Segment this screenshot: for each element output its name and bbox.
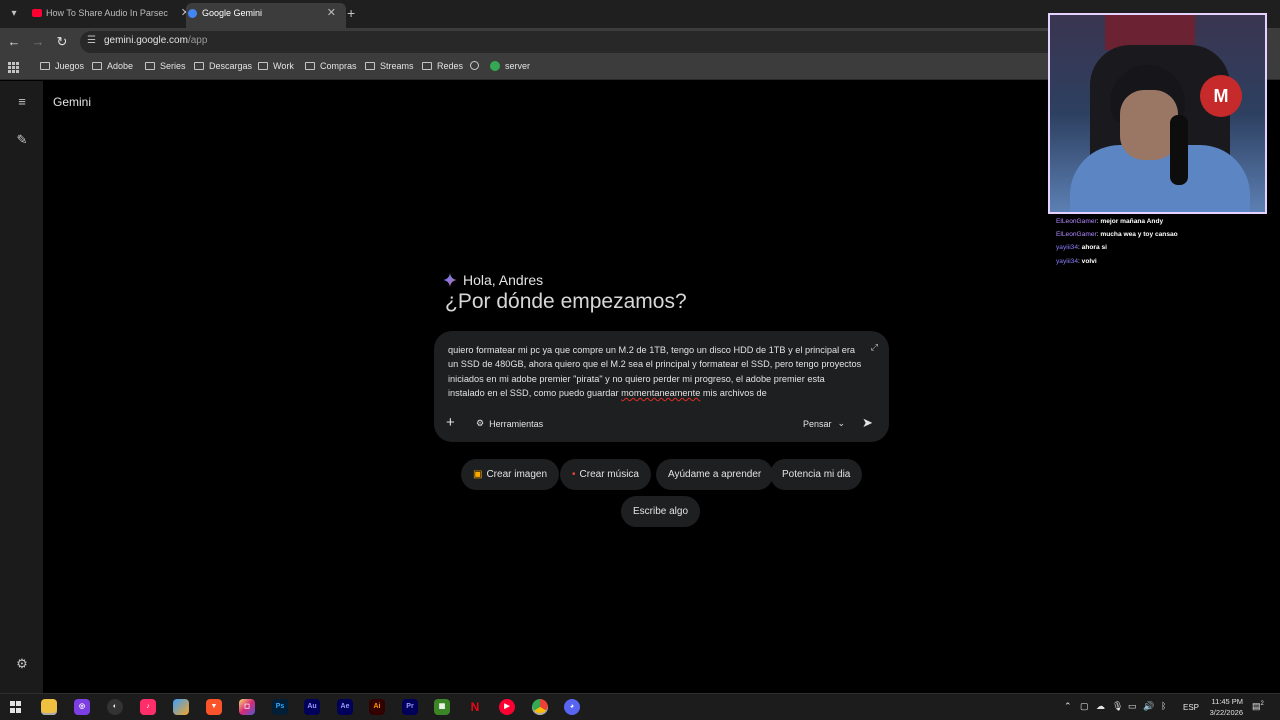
chip-crear-imagen[interactable]: ▣ Crear imagen — [461, 459, 560, 490]
mode-picker[interactable]: Pensar ⌄ — [803, 418, 845, 429]
camera-app-icon[interactable]: ◎ — [74, 699, 90, 715]
instagram-icon[interactable]: ◻ — [239, 699, 255, 715]
tab-search-icon[interactable]: ▾ — [6, 6, 22, 22]
new-chat-icon[interactable]: ✎ — [14, 132, 30, 148]
netflix-icon[interactable]: N — [467, 699, 483, 715]
greeting: Hola, Andres — [443, 272, 543, 288]
server-icon — [490, 61, 500, 71]
onedrive-icon[interactable]: ☁ — [1096, 701, 1105, 712]
reload-icon[interactable]: ↻ — [54, 34, 70, 50]
bluetooth-icon[interactable]: ᛒ — [1161, 701, 1166, 711]
gemini-sparkle-icon — [443, 273, 457, 287]
folder-icon — [305, 62, 315, 70]
app-title[interactable]: Gemini — [53, 95, 91, 109]
file-explorer-icon[interactable] — [41, 699, 57, 715]
new-tab-icon[interactable]: + — [347, 5, 355, 21]
photoshop-icon[interactable]: Ps — [272, 699, 288, 715]
prompt-input[interactable]: quiero formatear mi pc ya que compre un … — [448, 343, 864, 401]
music-icon: • — [572, 469, 576, 480]
github-icon — [470, 61, 479, 70]
notifications-icon[interactable]: ▤2 — [1252, 701, 1264, 712]
menu-icon[interactable]: ≡ — [14, 94, 30, 110]
chip-crear-musica[interactable]: • Crear música — [560, 459, 651, 490]
tab-title: Google Gemini — [202, 8, 263, 18]
chat-message: ElLeonGamer: mucha wea y toy cansao — [1056, 231, 1178, 239]
microphone — [1170, 115, 1188, 185]
discord-icon[interactable]: ◕ — [564, 699, 580, 715]
site-info-icon[interactable]: ☰ — [87, 35, 96, 46]
chat-message: yayiii34: volvi — [1056, 257, 1097, 265]
tab-title: How To Share Audio In Parsec — [46, 8, 168, 18]
prompt-box[interactable]: quiero formatear mi pc ya que compre un … — [434, 331, 889, 442]
gemini-sidebar: ≡ ✎ ⚙ — [0, 81, 43, 693]
windows-start-icon[interactable] — [10, 701, 22, 713]
chrome-icon[interactable] — [532, 699, 548, 715]
microphone-icon[interactable]: 🎙 — [1112, 701, 1123, 712]
premiere-icon[interactable]: Pr — [402, 699, 418, 715]
page-title: ¿Por dónde empezamos? — [445, 290, 687, 313]
url-text: gemini.google.com/app — [104, 35, 208, 46]
youtube-icon — [32, 9, 42, 17]
system-clock[interactable]: 11:45 PM 3/22/2026 — [1203, 696, 1243, 718]
windows-taskbar: ◎ ◐ ♪ ▼ ◻ Ps Au Ae Ai Pr ▦ N ▶ ◕ ⌃ ▢ ☁ 🎙… — [0, 693, 1280, 720]
battery-icon[interactable]: ▭ — [1128, 701, 1137, 712]
chat-message: ElLeonGamer: mejor mañana Andy — [1056, 218, 1164, 225]
bookmark-server[interactable]: server — [490, 61, 530, 71]
folder-icon — [145, 62, 155, 70]
tray-app-icon[interactable]: ▢ — [1080, 701, 1089, 712]
after-effects-icon[interactable]: Ae — [337, 699, 353, 715]
tab-parsec[interactable]: How To Share Audio In Parsec ✕ — [30, 3, 190, 28]
mario-cap-icon: M — [1200, 75, 1242, 117]
illustrator-icon[interactable]: Ai — [369, 699, 385, 715]
youtube-music-icon[interactable]: ▶ — [499, 699, 515, 715]
bookmark-streams[interactable]: Streams — [365, 61, 414, 71]
stream-chat: ElLeonGamer: mejor mañana Andy ElLeonGam… — [1056, 215, 1178, 268]
image-icon: ▣ — [473, 469, 483, 480]
expand-icon[interactable]: ⤢ — [871, 342, 878, 353]
speaker-icon[interactable]: 🔊 — [1143, 701, 1154, 712]
copilot-icon[interactable] — [173, 699, 189, 715]
tools-sliders-icon: ⚙ — [476, 418, 485, 428]
chip-ayudame-aprender[interactable]: Ayúdame a aprender — [656, 459, 774, 490]
bookmark-series[interactable]: Series — [145, 61, 186, 71]
show-hidden-icons-chevron[interactable]: ⌃ — [1064, 701, 1072, 712]
greeting-text: Hola, Andres — [463, 272, 544, 288]
google-icon — [188, 9, 197, 18]
bookmark-descargas[interactable]: Descargas — [194, 61, 252, 71]
tools-button[interactable]: ⚙ Herramientas — [476, 418, 543, 429]
language-indicator[interactable]: ESP — [1183, 703, 1199, 712]
bookmark-redes[interactable]: Redes — [422, 61, 463, 71]
apps-grid-icon[interactable] — [8, 62, 19, 73]
folder-icon — [365, 62, 375, 70]
send-icon[interactable]: ➤ — [862, 415, 873, 431]
chip-escribe-algo[interactable]: Escribe algo — [621, 496, 701, 527]
folder-icon — [422, 62, 432, 70]
settings-gear-icon[interactable]: ⚙ — [14, 656, 30, 672]
folder-icon — [194, 62, 204, 70]
chevron-down-icon: ⌄ — [837, 418, 846, 428]
misspelled-word: momentaneamente — [621, 388, 701, 399]
close-icon[interactable]: ✕ — [327, 3, 336, 24]
brave-icon[interactable]: ▼ — [206, 699, 222, 715]
chip-potencia-dia[interactable]: Potencia mi dia — [770, 459, 863, 490]
folder-icon — [92, 62, 102, 70]
obs-icon[interactable]: ◐ — [107, 699, 123, 715]
add-attachment-icon[interactable]: + — [446, 414, 455, 431]
chat-message: yayiii34: ahora si — [1056, 244, 1107, 252]
audition-icon[interactable]: Au — [304, 699, 320, 715]
address-bar[interactable]: ☰ gemini.google.com/app — [80, 31, 1060, 53]
back-icon[interactable]: ← — [6, 34, 22, 50]
minecraft-icon[interactable]: ▦ — [434, 699, 450, 715]
bookmark-compras[interactable]: Compras — [305, 61, 357, 71]
bookmark-juegos[interactable]: Juegos — [40, 61, 84, 71]
bookmark-adobe[interactable]: Adobe — [92, 61, 133, 71]
webcam-overlay: M — [1048, 13, 1267, 214]
folder-icon — [40, 62, 50, 70]
bookmark-work[interactable]: Work — [258, 61, 294, 71]
forward-icon[interactable]: → — [30, 34, 46, 50]
bookmark-github[interactable] — [470, 61, 479, 70]
folder-icon — [258, 62, 268, 70]
tab-gemini[interactable]: Google Gemini ✕ — [186, 3, 346, 28]
tiktok-icon[interactable]: ♪ — [140, 699, 156, 715]
